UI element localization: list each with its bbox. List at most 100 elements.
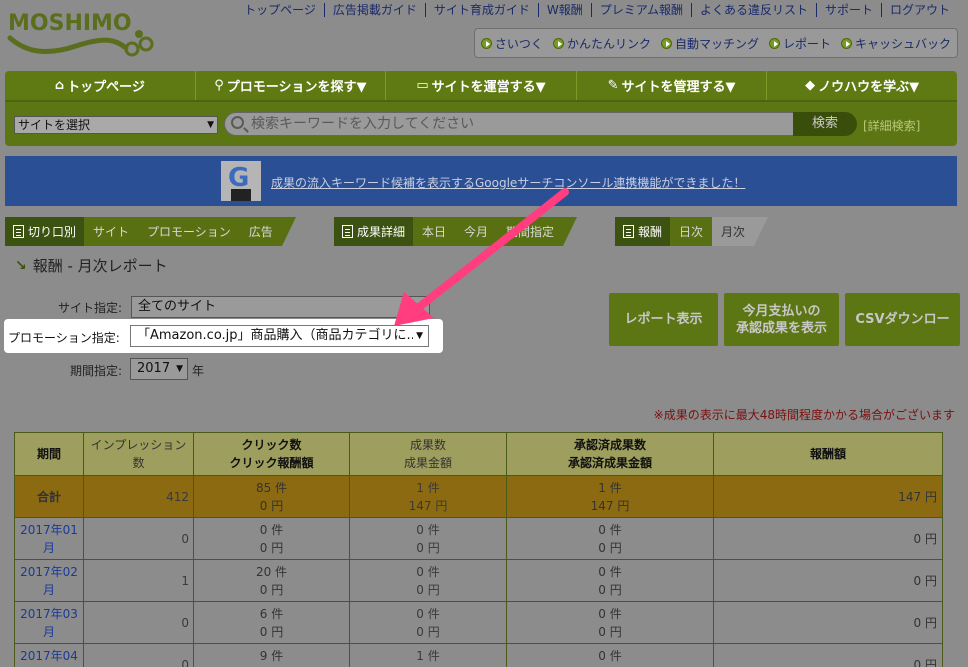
- cell-approved: 0 件0 円: [506, 643, 714, 667]
- header-text: インプレッション: [90, 438, 187, 452]
- cell-line: 0 円: [259, 624, 284, 639]
- tabgroup-result-detail: 成果詳細 本日 今月 期間指定: [334, 217, 578, 246]
- search-button[interactable]: 検索: [793, 112, 857, 136]
- nav-learn[interactable]: ◆ ノウハウを学ぶ▼: [766, 71, 957, 100]
- nav-label: ノウハウを学ぶ▼: [818, 80, 920, 95]
- period-text: 2017年04: [20, 648, 78, 663]
- cell-clicks: 0 件0 円: [193, 517, 350, 560]
- cell-line: 85 件: [255, 480, 288, 495]
- tab-daily[interactable]: 日次: [670, 217, 713, 246]
- sub-links: さいつく かんたんリンク 自動マッチング レポート キャッシュバック: [473, 28, 958, 58]
- year-unit: 年: [192, 364, 205, 378]
- table-row: 2017年02 月 1 20 件0 円 0 件0 円 0 件0 円 0 円: [14, 559, 943, 602]
- toplink-ad-guide[interactable]: 広告掲載ガイド: [323, 3, 425, 17]
- period-link[interactable]: 2017年03 月: [14, 601, 84, 644]
- cell-line: 147 円: [408, 498, 448, 513]
- sublink-label: かんたんリンク: [566, 36, 651, 51]
- tab-ad[interactable]: 広告: [239, 217, 282, 246]
- nav-top[interactable]: ⌂ トップページ: [5, 71, 195, 100]
- table-row: 2017年03 月 0 6 件0 円 0 件0 円 0 件0 円 0 円: [14, 601, 943, 644]
- show-report-button[interactable]: レポート表示: [609, 293, 718, 346]
- site-filter-value: 全てのサイト: [138, 299, 217, 314]
- nav-label: サイトを管理する▼: [621, 80, 736, 95]
- sublink-easy-link[interactable]: かんたんリンク: [552, 35, 651, 52]
- csv-download-button[interactable]: CSVダウンロー: [845, 293, 960, 346]
- toplink-support[interactable]: サポート: [815, 3, 881, 17]
- cell-approved: 0 件0 円: [506, 601, 714, 644]
- show-paid-this-month-button[interactable]: 今月支払いの 承認成果を表示: [724, 293, 839, 346]
- period-link[interactable]: 2017年02 月: [14, 559, 84, 602]
- toplink-premium[interactable]: プレミアム報酬: [590, 3, 691, 17]
- toplink-site-guide[interactable]: サイト育成ガイド: [424, 3, 538, 17]
- sublink-cashback[interactable]: キャッシュバック: [840, 35, 951, 52]
- tab-today[interactable]: 本日: [413, 217, 456, 246]
- tab-promotion[interactable]: プロモーション: [138, 217, 240, 246]
- tab-site[interactable]: サイト: [84, 217, 139, 246]
- sublink-saitsuku[interactable]: さいつく: [480, 35, 543, 52]
- tab-this-month[interactable]: 今月: [455, 217, 498, 246]
- cell-results: 0 件0 円: [349, 517, 507, 560]
- promotion-filter-select[interactable]: 「Amazon.co.jp」商品購入（商品カテゴリに... ▼: [130, 325, 429, 347]
- period-text: 2017年02: [20, 564, 78, 579]
- period-text: 月: [42, 624, 55, 639]
- tab-monthly[interactable]: 月次: [712, 217, 755, 246]
- period-text: 2017年03: [20, 606, 78, 621]
- table-row: 2017年01 月 0 0 件0 円 0 件0 円 0 件0 円 0 円: [14, 517, 943, 560]
- nav-run-site[interactable]: ▭ サイトを運営する▼: [385, 71, 576, 100]
- cell-line: 0 円: [598, 624, 622, 639]
- col-impressions: インプレッション数: [83, 432, 194, 476]
- site-select-value: サイトを選択: [18, 118, 91, 132]
- play-icon: [840, 37, 852, 49]
- toplink-top[interactable]: トップページ: [236, 3, 324, 17]
- banner-link[interactable]: 成果の流入キーワード候補を表示するGoogleサーチコンソール連携機能ができまし…: [271, 174, 745, 191]
- cell-line: 0 件: [598, 648, 622, 663]
- cell-impressions: 0: [83, 517, 194, 560]
- site-select[interactable]: サイトを選択 ▼: [14, 116, 218, 134]
- play-icon: [480, 37, 492, 49]
- cell-approved: 0 件0 円: [506, 517, 714, 560]
- toplink-logout[interactable]: ログアウト: [880, 3, 958, 17]
- document-icon: [623, 225, 634, 238]
- sublink-report[interactable]: レポート: [768, 35, 831, 52]
- nav-manage-site[interactable]: ✎ サイトを管理する▼: [575, 71, 767, 100]
- period-text: 2017年01: [20, 522, 78, 537]
- main-nav: ⌂ トップページ ⚲ プロモーションを探す▼ ▭ サイトを運営する▼ ✎ サイトを管理す…: [5, 71, 957, 102]
- moshimo-logo[interactable]: MOSHIMO: [6, 4, 156, 64]
- search-input[interactable]: 検索キーワードを入力してください: [224, 112, 794, 136]
- col-clicks: クリック数 クリック報酬額: [193, 432, 350, 476]
- sublink-label: さいつく: [494, 36, 543, 51]
- toplink-w-reward[interactable]: W報酬: [537, 3, 591, 17]
- search-placeholder: 検索キーワードを入力してください: [251, 116, 475, 132]
- header-text: 数: [132, 456, 145, 470]
- period-link[interactable]: 2017年04月: [14, 643, 84, 667]
- toplink-violations[interactable]: よくある違反リスト: [690, 3, 816, 17]
- promotion-filter-row: プロモーション指定: 「Amazon.co.jp」商品購入（商品カテゴリに...…: [4, 319, 443, 353]
- document-icon: [13, 225, 24, 238]
- header-text: 承認済成果金額: [567, 456, 652, 470]
- tab-head-label: 報酬: [638, 225, 663, 239]
- year-select[interactable]: 2017 ▼: [130, 358, 188, 380]
- total-results: 1 件 147 円: [349, 475, 507, 518]
- table-total-row: 合計 412 85 件 0 円 1 件 147 円 1 件 147 円 147 円: [14, 475, 943, 518]
- header-text: クリック報酬額: [229, 456, 314, 470]
- cell-line: 0 円: [598, 540, 622, 555]
- search-icon: ⚲: [214, 78, 224, 93]
- tab-period[interactable]: 期間指定: [497, 217, 564, 246]
- tabgroup-segment: 切り口別 サイト プロモーション 広告: [5, 217, 296, 246]
- graduation-cap-icon: ◆: [805, 78, 816, 93]
- nav-find-promotion[interactable]: ⚲ プロモーションを探す▼: [194, 71, 386, 100]
- header-text: 成果数: [409, 438, 446, 452]
- cell-line: 1 件: [416, 648, 440, 663]
- cell-reward: 0 円: [713, 559, 943, 602]
- cell-approved: 0 件0 円: [506, 559, 714, 602]
- advanced-search-link[interactable]: [詳細検索]: [863, 117, 920, 134]
- sublink-auto-matching[interactable]: 自動マッチング: [660, 35, 759, 52]
- cell-line: 6 件: [259, 606, 284, 621]
- site-label: サイト指定:: [57, 301, 122, 315]
- total-impressions: 412: [83, 475, 194, 518]
- period-link[interactable]: 2017年01 月: [14, 517, 84, 560]
- site-filter-select[interactable]: 全てのサイト: [131, 296, 430, 318]
- cell-clicks: 6 件0 円: [193, 601, 350, 644]
- cell-results: 0 件0 円: [349, 601, 507, 644]
- total-label: 合計: [14, 475, 84, 518]
